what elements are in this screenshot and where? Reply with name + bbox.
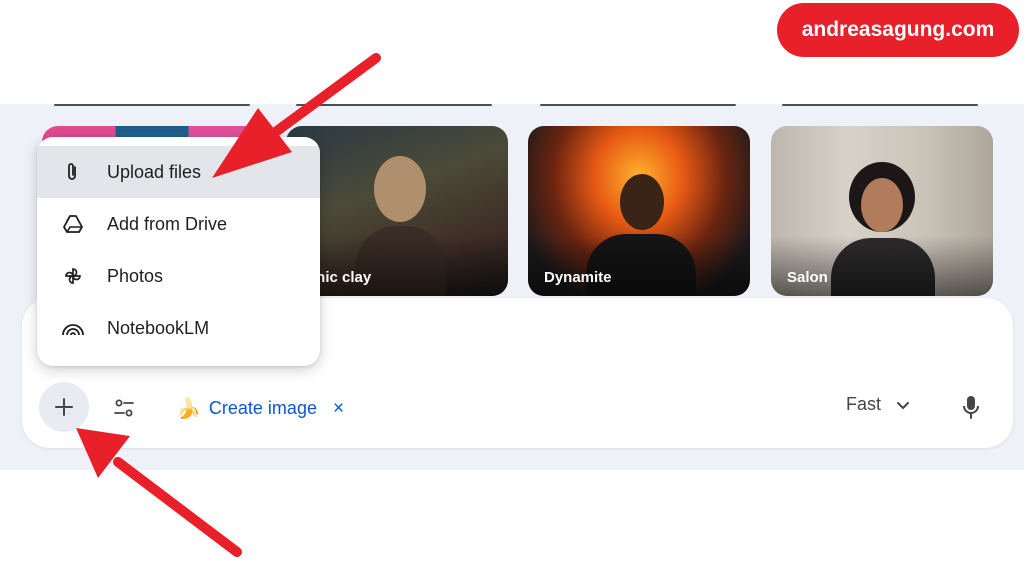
- watermark-badge: andreasagung.com: [777, 3, 1019, 57]
- chevron-down-icon: [897, 401, 910, 409]
- create-image-chip[interactable]: 🍌 Create image ×: [176, 392, 344, 424]
- card-edge-line: [540, 104, 736, 106]
- sliders-icon: [114, 399, 134, 417]
- attachment-menu: Upload files Add from Drive Photos Noteb…: [37, 137, 320, 366]
- create-image-label: Create image: [208, 397, 317, 418]
- figure-head: [620, 174, 664, 230]
- card-edge-line: [296, 104, 492, 106]
- menu-item-label: Photos: [107, 265, 164, 286]
- model-mode-selector[interactable]: Fast: [846, 394, 911, 415]
- clay-figure-head: [374, 156, 426, 222]
- photos-pinwheel-icon: [61, 264, 85, 288]
- menu-item-upload-files[interactable]: Upload files: [37, 146, 320, 198]
- menu-item-add-from-drive[interactable]: Add from Drive: [37, 198, 320, 250]
- tools-button[interactable]: [104, 388, 144, 428]
- card-shade: [771, 236, 993, 296]
- card-edge-line: [54, 104, 250, 106]
- menu-item-label: Add from Drive: [107, 213, 228, 234]
- style-card-dynamite[interactable]: Dynamite: [528, 126, 750, 296]
- style-card-label: Salon: [787, 269, 828, 286]
- plus-icon: [55, 398, 73, 416]
- style-card-salon[interactable]: Salon: [771, 126, 993, 296]
- banana-emoji-icon: 🍌: [176, 397, 201, 420]
- mic-icon: [963, 396, 979, 419]
- menu-item-label: Upload files: [107, 161, 202, 182]
- paperclip-icon: [61, 160, 85, 184]
- mode-label: Fast: [846, 394, 882, 414]
- style-card-label: Dynamite: [544, 269, 612, 286]
- notebooklm-icon: [61, 316, 85, 340]
- menu-item-photos[interactable]: Photos: [37, 250, 320, 302]
- figure-face: [861, 178, 903, 232]
- microphone-button[interactable]: [956, 390, 986, 424]
- chip-close-icon[interactable]: ×: [333, 399, 344, 418]
- card-edge-line: [782, 104, 978, 106]
- menu-item-notebooklm[interactable]: NotebookLM: [37, 302, 320, 354]
- drive-icon: [61, 212, 85, 236]
- screenshot-stage: othic clay Dynamite Salon 🍌 Create image…: [0, 0, 1024, 576]
- card-shade: [528, 236, 750, 296]
- add-attachment-button[interactable]: [39, 382, 89, 432]
- menu-item-label: NotebookLM: [107, 317, 210, 338]
